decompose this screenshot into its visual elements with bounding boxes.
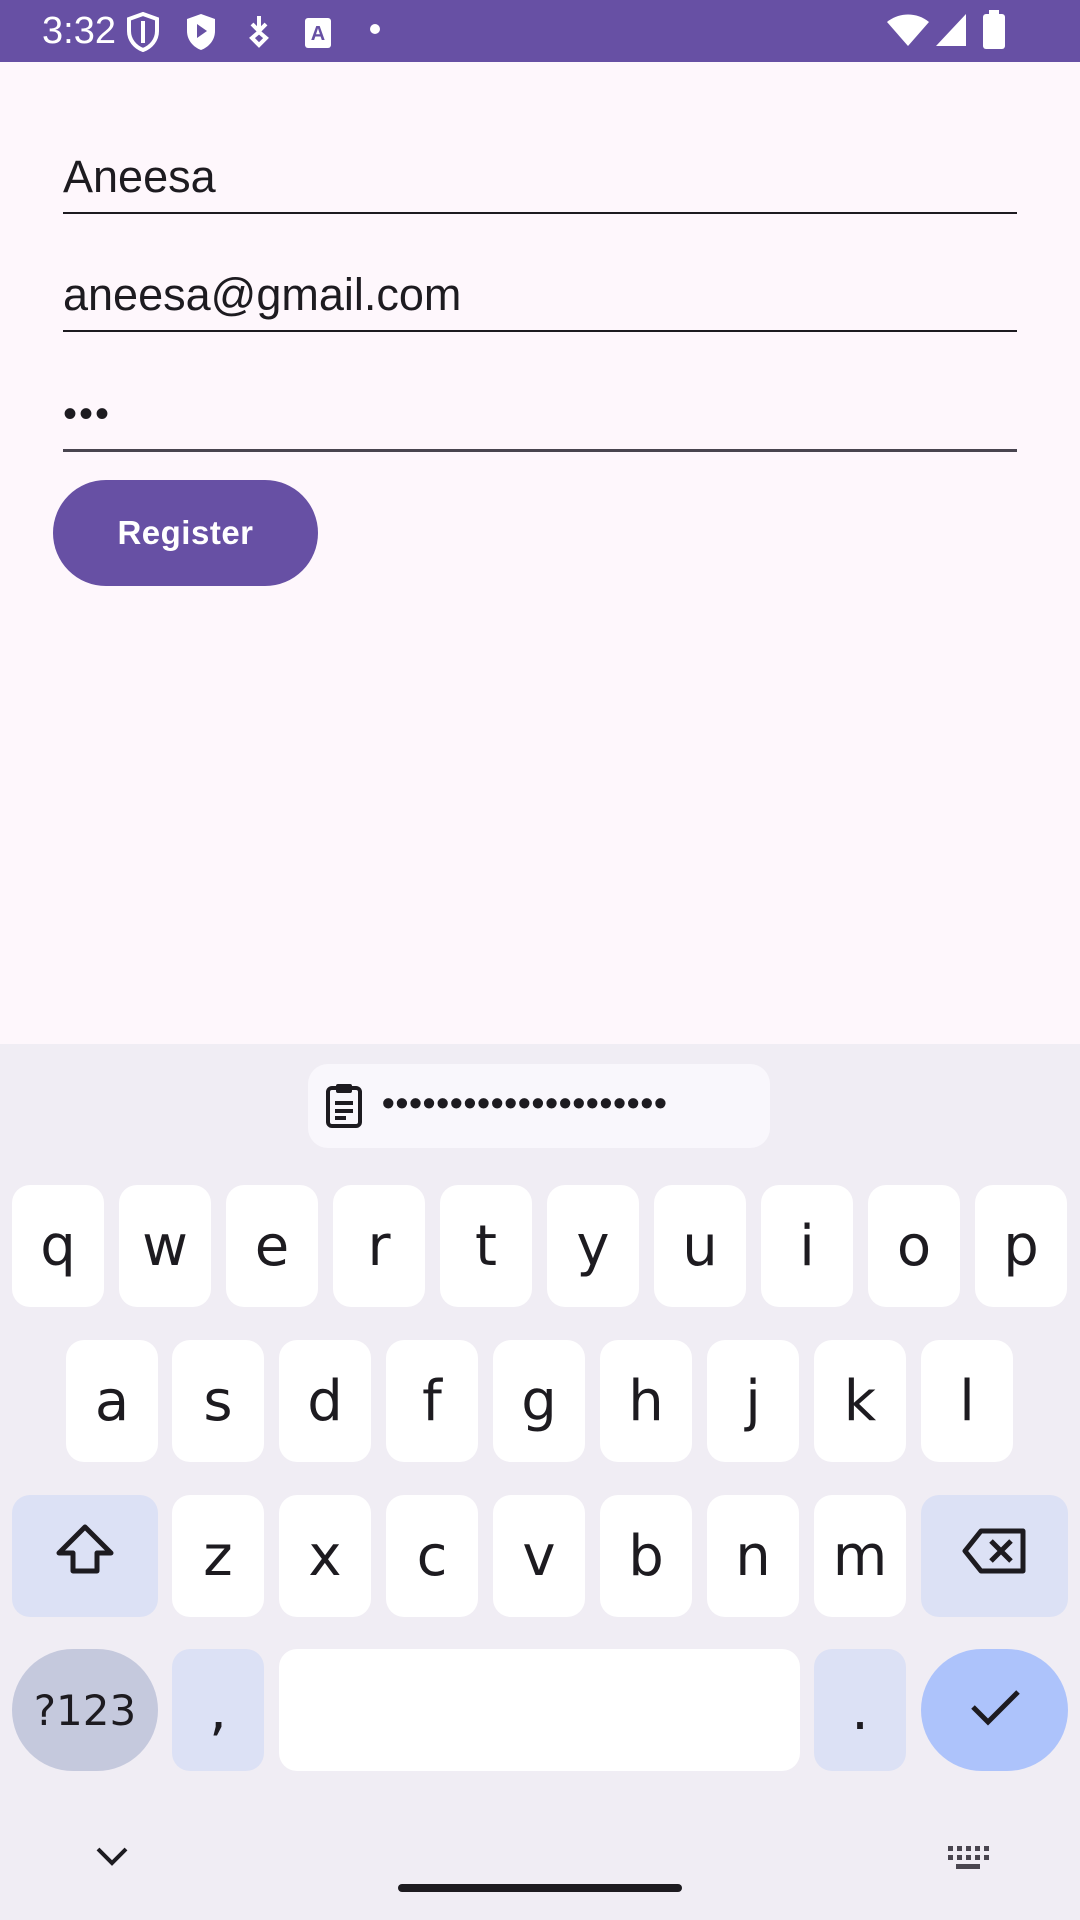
shield-play-icon — [184, 12, 218, 57]
key-i[interactable]: i — [761, 1185, 853, 1307]
shield-outline-icon — [126, 11, 160, 57]
done-key[interactable] — [921, 1649, 1068, 1771]
password-input[interactable] — [63, 387, 1017, 441]
key-e[interactable]: e — [226, 1185, 318, 1307]
key-l[interactable]: l — [921, 1340, 1013, 1462]
dot-icon — [368, 22, 382, 41]
clipboard-icon — [324, 1082, 364, 1135]
key-j[interactable]: j — [707, 1340, 799, 1462]
key-o[interactable]: o — [868, 1185, 960, 1307]
backspace-key[interactable] — [921, 1495, 1068, 1617]
navigation-handle[interactable] — [398, 1884, 682, 1892]
key-t[interactable]: t — [440, 1185, 532, 1307]
backspace-icon — [961, 1524, 1029, 1589]
svg-text:A: A — [311, 23, 325, 45]
clipboard-text: ••••••••••••••••••••• — [382, 1082, 668, 1123]
key-y[interactable]: y — [547, 1185, 639, 1307]
key-n[interactable]: n — [707, 1495, 799, 1617]
key-z[interactable]: z — [172, 1495, 264, 1617]
key-v[interactable]: v — [493, 1495, 585, 1617]
key-b[interactable]: b — [600, 1495, 692, 1617]
email-input[interactable] — [63, 268, 1017, 322]
a-box-icon: A — [302, 12, 334, 57]
status-time: 3:32 — [42, 10, 116, 52]
shift-key[interactable] — [12, 1495, 158, 1617]
battery-icon — [982, 10, 1006, 55]
space-key[interactable] — [279, 1649, 800, 1771]
email-field[interactable] — [63, 268, 1017, 332]
key-w[interactable]: w — [119, 1185, 211, 1307]
key-k[interactable]: k — [814, 1340, 906, 1462]
key-m[interactable]: m — [814, 1495, 906, 1617]
key-x[interactable]: x — [279, 1495, 371, 1617]
key-s[interactable]: s — [172, 1340, 264, 1462]
on-screen-keyboard: ••••••••••••••••••••• q w e r t y u i o … — [0, 1044, 1080, 1920]
key-f[interactable]: f — [386, 1340, 478, 1462]
signal-icon — [934, 12, 968, 53]
key-u[interactable]: u — [654, 1185, 746, 1307]
checkmark-icon — [968, 1678, 1022, 1743]
clipboard-suggestion[interactable]: ••••••••••••••••••••• — [308, 1064, 770, 1148]
password-field[interactable] — [63, 387, 1017, 452]
name-field[interactable] — [63, 150, 1017, 214]
name-input[interactable] — [63, 150, 1017, 204]
key-r[interactable]: r — [333, 1185, 425, 1307]
key-d[interactable]: d — [279, 1340, 371, 1462]
key-h[interactable]: h — [600, 1340, 692, 1462]
wifi-icon — [886, 14, 930, 53]
download-icon — [244, 12, 274, 57]
keyboard-switch-icon[interactable] — [946, 1844, 990, 1877]
comma-key[interactable]: , — [172, 1649, 264, 1771]
shift-icon — [55, 1523, 115, 1589]
status-bar: 3:32 A — [0, 0, 1080, 62]
symbols-key[interactable]: ?123 — [12, 1649, 158, 1771]
key-a[interactable]: a — [66, 1340, 158, 1462]
key-p[interactable]: p — [975, 1185, 1067, 1307]
register-button[interactable]: Register — [53, 480, 318, 586]
key-q[interactable]: q — [12, 1185, 104, 1307]
period-key[interactable]: . — [814, 1649, 906, 1771]
key-c[interactable]: c — [386, 1495, 478, 1617]
key-g[interactable]: g — [493, 1340, 585, 1462]
hide-keyboard-chevron-icon[interactable] — [94, 1844, 130, 1873]
